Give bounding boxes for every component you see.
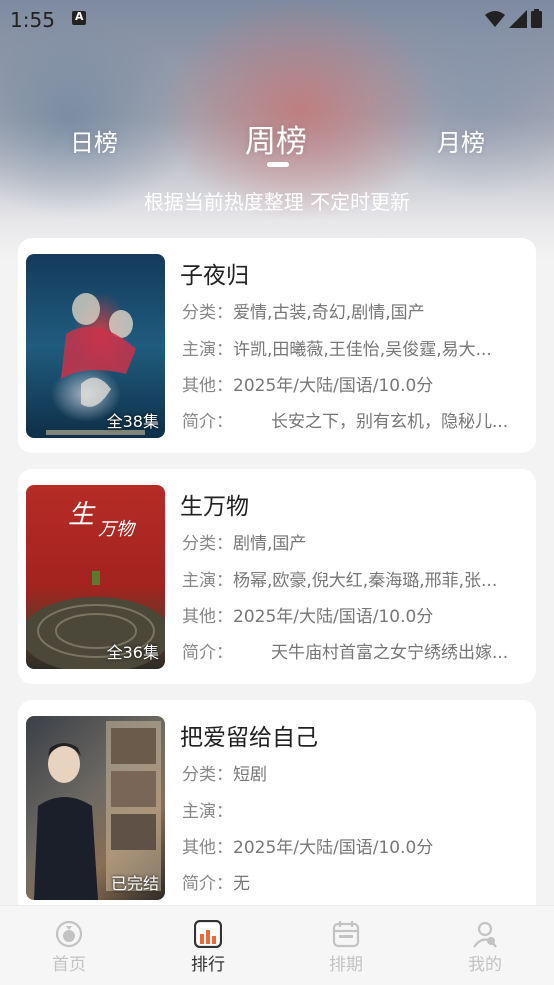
category-value: 短剧 xyxy=(233,765,267,785)
other-value: 2025年/大陆/国语/10.0分 xyxy=(233,607,434,627)
item-other: 其他：2025年/大陆/国语/10.0分 xyxy=(182,602,528,627)
item-title: 子夜归 xyxy=(180,263,249,289)
intro-label: 简介： xyxy=(182,874,233,894)
category-value: 剧情,国产 xyxy=(233,534,307,554)
item-intro: 简介： 长安之下，别有玄机，隐秘儿... xyxy=(182,407,528,432)
intro-label: 简介： xyxy=(182,412,233,432)
wifi-icon xyxy=(485,11,505,27)
ranking-icon xyxy=(193,919,223,949)
item-title: 把爱留给自己 xyxy=(180,725,318,751)
tab-weekly[interactable]: 周榜 xyxy=(245,116,307,161)
tab-daily[interactable]: 日榜 xyxy=(70,123,118,158)
item-cast: 主演：杨幂,欧豪,倪大红,秦海璐,邢菲,张... xyxy=(182,566,528,591)
item-cast: 主演：许凯,田曦薇,王佳怡,吴俊霆,易大... xyxy=(182,335,528,360)
tab-schedule[interactable]: 排期 xyxy=(306,920,386,975)
notification-icon: A xyxy=(72,10,86,25)
signal-icon xyxy=(509,10,527,28)
status-icons xyxy=(485,9,542,28)
other-label: 其他： xyxy=(182,838,233,858)
category-label: 分类： xyxy=(182,303,233,323)
cast-label: 主演： xyxy=(182,340,233,360)
other-value: 2025年/大陆/国语/10.0分 xyxy=(233,838,434,858)
item-other: 其他：2025年/大陆/国语/10.0分 xyxy=(182,371,528,396)
svg-text:生: 生 xyxy=(68,500,96,530)
other-label: 其他： xyxy=(182,607,233,627)
list-item[interactable]: 已完结 把爱留给自己 分类：短剧 主演： 其他：2025年/大陆/国语/10.0… xyxy=(18,700,536,915)
episode-badge: 已完结 xyxy=(110,874,159,893)
item-category: 分类：爱情,古装,奇幻,剧情,国产 xyxy=(182,298,528,323)
intro-value: 天牛庙村首富之女宁绣绣出嫁... xyxy=(271,643,509,663)
cast-value: 许凯,田曦薇,王佳怡,吴俊霆,易大... xyxy=(233,340,492,360)
intro-value: 无 xyxy=(233,874,250,894)
tab-monthly[interactable]: 月榜 xyxy=(437,123,485,158)
item-title: 生万物 xyxy=(180,494,249,520)
poster-image: 已完结 xyxy=(26,716,165,900)
calendar-icon xyxy=(332,920,360,948)
cast-label: 主演： xyxy=(182,802,233,822)
notification-letter: A xyxy=(75,10,84,23)
episode-badge: 全38集 xyxy=(106,412,159,431)
home-icon xyxy=(55,920,83,948)
tab-profile[interactable]: 我的 xyxy=(445,920,525,975)
item-intro: 简介：无 xyxy=(182,869,528,894)
svg-text:万物: 万物 xyxy=(98,519,137,540)
tab-schedule-label: 排期 xyxy=(329,955,363,975)
profile-icon xyxy=(471,920,499,948)
category-value: 爱情,古装,奇幻,剧情,国产 xyxy=(233,303,425,323)
list-item[interactable]: 生 万物 全36集 生万物 分类：剧情,国产 主演：杨幂,欧豪,倪大红,秦海璐,… xyxy=(18,469,536,684)
other-value: 2025年/大陆/国语/10.0分 xyxy=(233,376,434,396)
item-other: 其他：2025年/大陆/国语/10.0分 xyxy=(182,833,528,858)
poster-image: 全38集 xyxy=(26,254,165,438)
cast-label: 主演： xyxy=(182,571,233,591)
item-intro: 简介： 天牛庙村首富之女宁绣绣出嫁... xyxy=(182,638,528,663)
status-bar: 1:55 A xyxy=(0,0,554,38)
battery-icon xyxy=(531,9,542,28)
item-category: 分类：剧情,国产 xyxy=(182,529,528,554)
tab-ranking-label: 排行 xyxy=(191,955,225,975)
status-time: 1:55 xyxy=(10,8,55,32)
bottom-tab-bar: 首页 排行 排期 我的 xyxy=(0,905,554,985)
intro-value: 长安之下，别有玄机，隐秘儿... xyxy=(271,412,509,432)
ranking-tabs: 日榜 周榜 月榜 xyxy=(0,110,554,170)
ranking-subtitle: 根据当前热度整理 不定时更新 xyxy=(143,190,411,214)
item-cast: 主演： xyxy=(182,797,528,822)
tab-indicator xyxy=(267,162,289,167)
category-label: 分类： xyxy=(182,765,233,785)
other-label: 其他： xyxy=(182,376,233,396)
tab-home[interactable]: 首页 xyxy=(29,920,109,975)
tab-ranking[interactable]: 排行 xyxy=(168,919,248,975)
tab-profile-label: 我的 xyxy=(468,955,502,975)
episode-badge: 全36集 xyxy=(106,643,159,662)
list-item[interactable]: 全38集 子夜归 分类：爱情,古装,奇幻,剧情,国产 主演：许凯,田曦薇,王佳怡… xyxy=(18,238,536,453)
cast-value: 杨幂,欧豪,倪大红,秦海璐,邢菲,张... xyxy=(233,571,498,591)
tab-home-label: 首页 xyxy=(52,955,86,975)
intro-label: 简介： xyxy=(182,643,233,663)
item-category: 分类：短剧 xyxy=(182,760,528,785)
category-label: 分类： xyxy=(182,534,233,554)
poster-image: 生 万物 全36集 xyxy=(26,485,165,669)
